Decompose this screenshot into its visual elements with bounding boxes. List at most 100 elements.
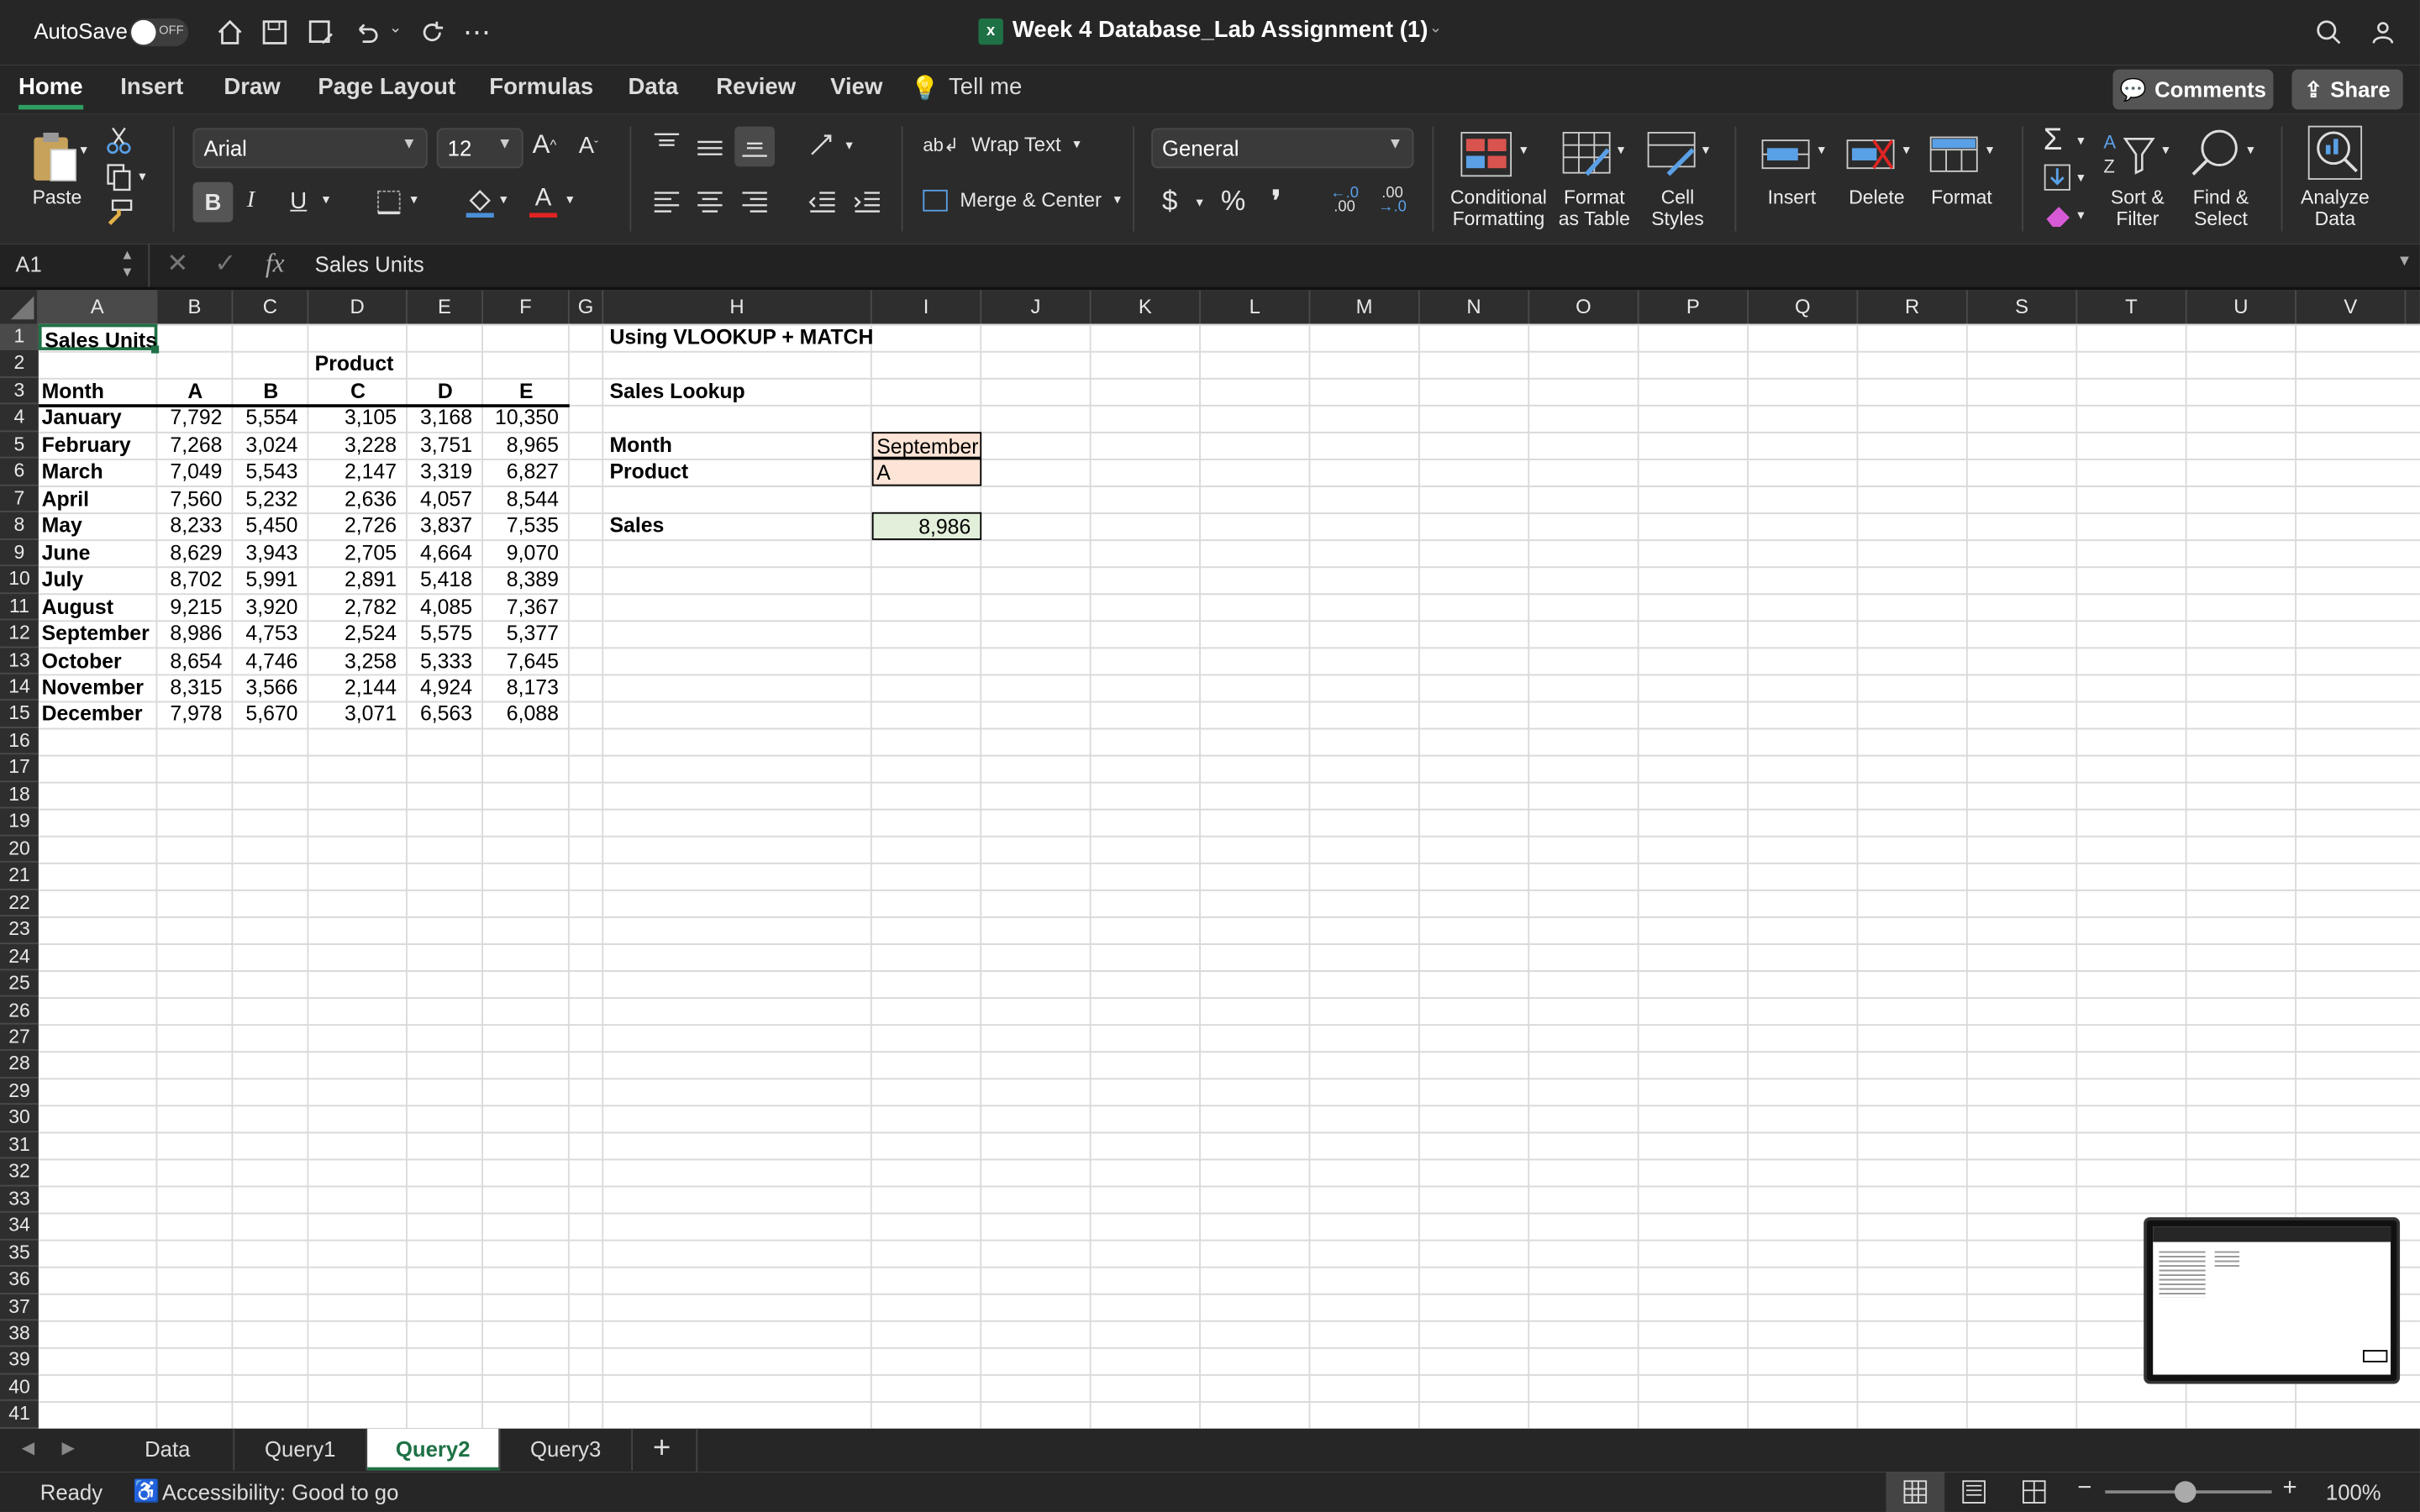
row-header-11[interactable]: 11 — [0, 593, 39, 621]
sales-value-cell[interactable]: 7,049 — [157, 459, 233, 486]
sales-value-cell[interactable]: 7,792 — [157, 405, 233, 432]
row-header-41[interactable]: 41 — [0, 1401, 39, 1429]
sales-value-cell[interactable]: 5,670 — [233, 701, 308, 728]
month-cell[interactable]: July — [39, 566, 157, 593]
sales-value-cell[interactable]: 5,450 — [233, 512, 308, 539]
row-header-12[interactable]: 12 — [0, 620, 39, 648]
sales-value-cell[interactable]: 8,389 — [483, 566, 570, 593]
month-cell[interactable]: February — [39, 432, 157, 459]
column-header-n[interactable]: N — [1420, 290, 1530, 324]
cancel-icon[interactable]: ✕ — [166, 249, 188, 280]
font-color-chevron-down-icon[interactable]: ▾ — [566, 192, 573, 208]
tab-view[interactable]: View — [830, 74, 882, 100]
sales-value-cell[interactable]: 6,088 — [483, 701, 570, 728]
month-cell[interactable]: June — [39, 539, 157, 566]
font-color-icon[interactable]: A — [528, 182, 559, 219]
row-header-7[interactable]: 7 — [0, 486, 39, 513]
format-as-table-chevron-down-icon[interactable]: ▾ — [1618, 142, 1624, 159]
clear-chevron-down-icon[interactable]: ▾ — [2077, 207, 2084, 223]
row-header-27[interactable]: 27 — [0, 1024, 39, 1052]
cell-h1[interactable]: Using VLOOKUP + MATCH — [608, 324, 873, 351]
sales-value-cell[interactable]: 7,367 — [483, 593, 570, 620]
column-header-g[interactable]: G — [570, 290, 604, 324]
undo-chevron-down-icon[interactable]: ⌄ — [389, 20, 402, 37]
column-header-r[interactable]: R — [1858, 290, 1968, 324]
save-icon[interactable] — [260, 17, 291, 48]
sales-value-cell[interactable]: 7,535 — [483, 512, 570, 539]
sales-value-cell[interactable]: 4,085 — [408, 593, 483, 620]
fill-color-chevron-down-icon[interactable]: ▾ — [500, 192, 507, 208]
month-cell[interactable]: January — [39, 405, 157, 432]
sales-value-cell[interactable]: 8,233 — [157, 512, 233, 539]
sales-value-cell[interactable]: 7,645 — [483, 648, 570, 675]
fill-chevron-down-icon[interactable]: ▾ — [2077, 170, 2084, 186]
sales-value-cell[interactable]: 4,057 — [408, 486, 483, 512]
row-header-16[interactable]: 16 — [0, 728, 39, 755]
format-painter-icon[interactable] — [105, 199, 133, 227]
zoom-in-icon[interactable]: + — [2282, 1475, 2296, 1503]
sales-value-cell[interactable]: 3,105 — [308, 405, 408, 432]
clear-icon[interactable] — [2044, 201, 2075, 228]
product-header-a[interactable]: A — [157, 378, 233, 405]
row-header-19[interactable]: 19 — [0, 809, 39, 836]
row-header-3[interactable]: 3 — [0, 378, 39, 405]
tab-formulas[interactable]: Formulas — [489, 74, 593, 100]
align-top-icon[interactable] — [653, 133, 681, 155]
name-box[interactable]: A1 — [15, 251, 41, 276]
month-cell[interactable]: September — [39, 620, 157, 647]
sales-value-cell[interactable]: 2,524 — [308, 620, 408, 647]
row-header-1[interactable]: 1 — [0, 323, 39, 351]
decrease-indent-icon[interactable] — [808, 192, 836, 213]
column-header-i[interactable]: I — [872, 290, 982, 324]
sales-value-cell[interactable]: 8,544 — [483, 486, 570, 512]
month-cell[interactable]: December — [39, 701, 157, 728]
column-header-v[interactable]: V — [2296, 290, 2407, 324]
sales-value-cell[interactable]: 5,554 — [233, 405, 308, 432]
sales-value-cell[interactable]: 3,319 — [408, 459, 483, 486]
select-all-button[interactable] — [0, 290, 39, 324]
zoom-out-icon[interactable]: − — [2077, 1475, 2091, 1503]
find-select-icon[interactable] — [2188, 127, 2240, 179]
window-title[interactable]: Week 4 Database_Lab Assignment (1) — [1013, 17, 1428, 43]
autosave-toggle[interactable]: OFF — [129, 18, 189, 47]
sales-value-cell[interactable]: 3,071 — [308, 701, 408, 728]
row-header-26[interactable]: 26 — [0, 997, 39, 1025]
sales-value-cell[interactable]: 6,563 — [408, 701, 483, 728]
sales-value-cell[interactable]: 4,746 — [233, 648, 308, 675]
title-chevron-down-icon[interactable]: ⌄ — [1429, 20, 1442, 37]
product-header-e[interactable]: E — [483, 378, 570, 405]
cell-styles-icon[interactable] — [1645, 129, 1701, 179]
row-header-13[interactable]: 13 — [0, 648, 39, 675]
enter-icon[interactable]: ✓ — [214, 249, 236, 280]
row-header-28[interactable]: 28 — [0, 1052, 39, 1079]
sales-value-cell[interactable]: 2,705 — [308, 539, 408, 566]
column-header-t[interactable]: T — [2077, 290, 2187, 324]
comma-style-icon[interactable]: ❜ — [1271, 185, 1281, 218]
sales-value-cell[interactable]: 3,920 — [233, 593, 308, 620]
row-header-9[interactable]: 9 — [0, 539, 39, 567]
sales-value-cell[interactable]: 9,215 — [157, 593, 233, 620]
sales-value-cell[interactable]: 2,144 — [308, 675, 408, 701]
sheet-tab-query3[interactable]: Query3 — [500, 1428, 634, 1471]
sales-value-cell[interactable]: 5,377 — [483, 620, 570, 647]
row-header-24[interactable]: 24 — [0, 943, 39, 971]
column-header-o[interactable]: O — [1529, 290, 1639, 324]
sales-value-cell[interactable]: 2,147 — [308, 459, 408, 486]
sales-value-cell[interactable]: 5,418 — [408, 566, 483, 593]
month-cell[interactable]: October — [39, 648, 157, 675]
column-header-c[interactable]: C — [233, 290, 309, 324]
decrease-font-size-icon[interactable]: Aˇ — [579, 133, 598, 159]
delete-chevron-down-icon[interactable]: ▾ — [1903, 142, 1910, 159]
sales-value-cell[interactable]: 8,654 — [157, 648, 233, 675]
analyze-data-icon[interactable] — [2306, 123, 2365, 182]
undo-icon[interactable] — [352, 17, 383, 48]
cell-h6[interactable]: Product — [608, 459, 871, 486]
cell-a1[interactable]: Sales Units — [38, 323, 158, 352]
month-cell[interactable]: April — [39, 486, 157, 512]
sales-value-cell[interactable]: 3,168 — [408, 405, 483, 432]
row-header-32[interactable]: 32 — [0, 1159, 39, 1186]
fill-color-icon[interactable] — [465, 185, 496, 218]
row-header-34[interactable]: 34 — [0, 1213, 39, 1241]
tab-draw[interactable]: Draw — [224, 74, 280, 100]
sales-value-cell[interactable]: 7,560 — [157, 486, 233, 512]
